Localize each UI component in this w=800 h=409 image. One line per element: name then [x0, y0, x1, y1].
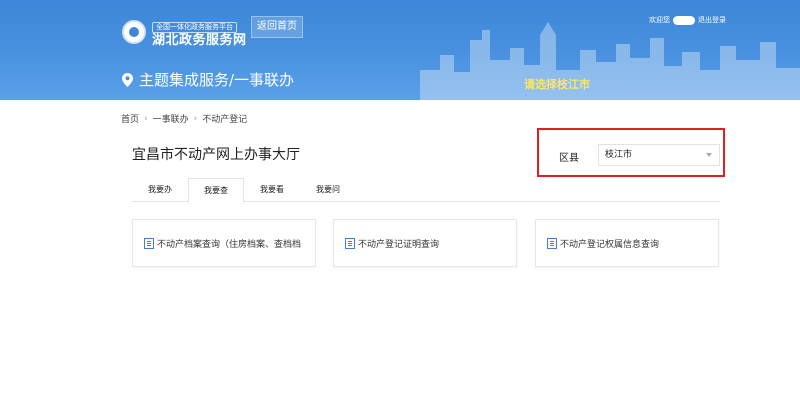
logo-subtitle: 全国一体化政务服务平台 [152, 22, 237, 33]
site-header: 全国一体化政务服务平台 湖北政务服务网 返回首页 欢迎您 退出登录 主题集成服务… [0, 0, 800, 100]
service-card-archive-query[interactable]: 不动产档案查询（住房档案、查档档 [132, 219, 316, 267]
district-select[interactable]: 枝江市 [598, 144, 720, 166]
tab-ask[interactable]: 我要问 [300, 178, 356, 202]
user-area: 欢迎您 退出登录 [649, 15, 726, 25]
tab-query[interactable]: 我要查 [188, 178, 244, 203]
document-icon [144, 238, 154, 249]
service-card-ownership-query[interactable]: 不动产登记权属信息查询 [535, 219, 719, 267]
service-card-certificate-query[interactable]: 不动产登记证明查询 [333, 219, 517, 267]
page-title: 宜昌市不动产网上办事大厅 [132, 147, 300, 163]
breadcrumb-current: 不动产登记 [202, 115, 248, 125]
district-label: 区县 [559, 153, 579, 164]
welcome-text: 欢迎您 [649, 16, 670, 24]
city-skyline-illustration [420, 22, 800, 100]
site-logo[interactable]: 全国一体化政务服务平台 湖北政务服务网 [122, 14, 247, 49]
district-selected-value: 枝江市 [605, 150, 633, 160]
chevron-right-icon: › [193, 113, 198, 124]
service-card-label: 不动产档案查询（住房档案、查档档 [157, 240, 302, 250]
service-card-label: 不动产登记证明查询 [358, 240, 440, 250]
user-name-redacted [673, 15, 695, 25]
document-icon [345, 238, 355, 249]
city-prompt: 请选择枝江市 [524, 78, 590, 91]
location-pin-icon [122, 72, 133, 87]
tab-view[interactable]: 我要看 [244, 178, 300, 202]
theme-title-text: 主题集成服务/一事联办 [139, 71, 295, 89]
chevron-right-icon: › [144, 113, 148, 124]
logo-title: 湖北政务服务网 [152, 33, 247, 48]
district-selector-highlight: 区县 枝江市 [537, 128, 725, 177]
tab-handle[interactable]: 我要办 [132, 178, 188, 202]
chevron-down-icon [706, 153, 712, 157]
emblem-icon [122, 19, 146, 44]
return-home-button[interactable]: 返回首页 [251, 16, 303, 38]
theme-title: 主题集成服务/一事联办 [122, 69, 294, 90]
service-card-label: 不动产登记权属信息查询 [560, 240, 660, 250]
service-tabs: 我要办 我要查 我要看 我要问 [132, 178, 720, 203]
document-icon [547, 238, 557, 249]
logout-link[interactable]: 退出登录 [698, 15, 726, 25]
breadcrumb: 首页 › 一事联办 › 不动产登记 [121, 112, 248, 126]
breadcrumb-one-stop[interactable]: 一事联办 [153, 112, 189, 125]
breadcrumb-home[interactable]: 首页 [121, 112, 139, 125]
